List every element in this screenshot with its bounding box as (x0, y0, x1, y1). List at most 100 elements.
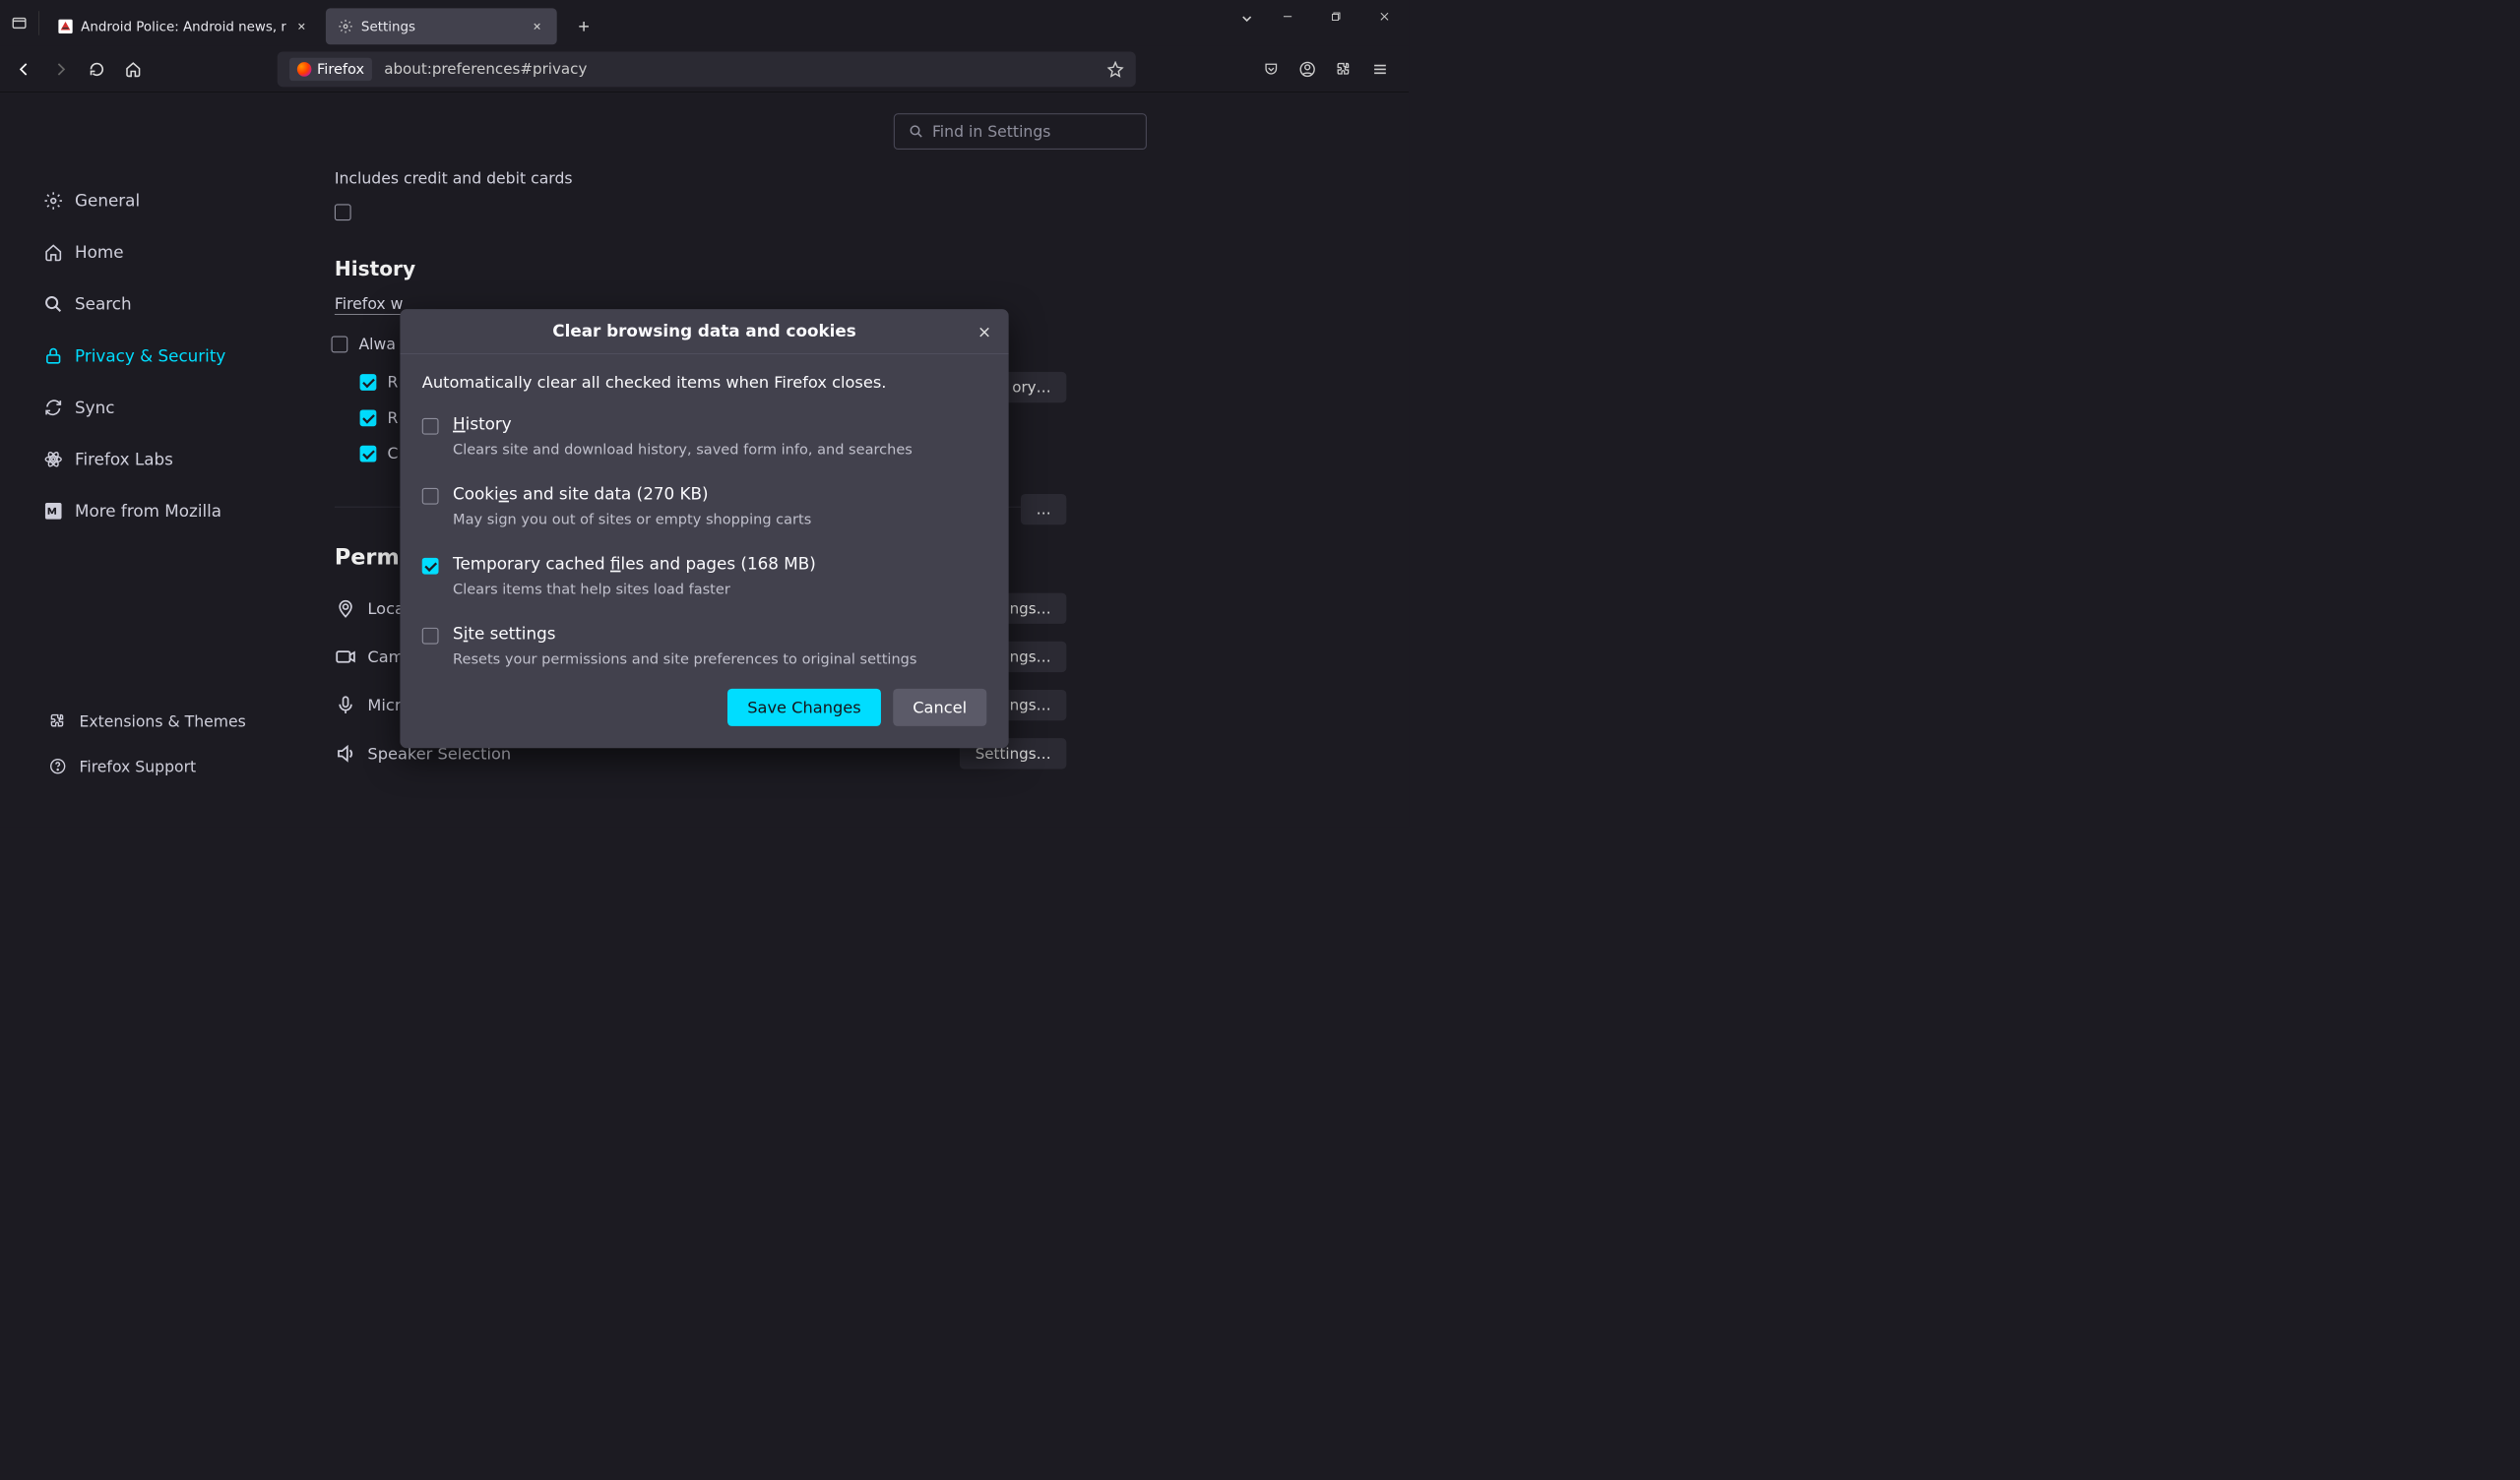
clear-data-dialog: Clear browsing data and cookies Automati… (400, 309, 1008, 748)
sidebar-item-general[interactable]: General (44, 175, 265, 227)
sidebar-item-labs[interactable]: Firefox Labs (44, 433, 265, 485)
sidebar-item-label: Firefox Labs (75, 450, 173, 469)
urlbar[interactable]: Firefox about:preferences#privacy (278, 51, 1136, 87)
sidebar-item-more-mozilla[interactable]: More from Mozilla (44, 485, 265, 537)
menu-button[interactable] (1367, 56, 1394, 83)
sidebar-item-sync[interactable]: Sync (44, 382, 265, 434)
sidebar-item-label: Home (75, 243, 124, 263)
credit-cards-note: Includes credit and debit cards (335, 169, 1066, 187)
reload-button[interactable] (84, 56, 110, 83)
back-button[interactable] (11, 56, 37, 83)
cookies-checkbox[interactable] (422, 488, 439, 505)
label-fragment: C (388, 445, 399, 462)
microphone-icon (335, 694, 356, 715)
label-fragment: R (388, 408, 399, 426)
account-button[interactable] (1294, 56, 1321, 83)
dialog-item-history: History Clears site and download history… (422, 414, 987, 458)
dialog-description: Automatically clear all checked items wh… (422, 373, 987, 392)
new-tab-button[interactable] (571, 14, 597, 39)
speaker-icon (335, 743, 356, 765)
sidebar-item-label: Sync (75, 398, 114, 417)
sidebar-item-extensions[interactable]: Extensions & Themes (48, 699, 269, 744)
cache-checkbox[interactable] (422, 558, 439, 575)
close-window-button[interactable] (1360, 0, 1409, 33)
home-button[interactable] (120, 56, 147, 83)
settings-content: Find in Settings General Home Search Pri… (0, 92, 1409, 828)
tab-title: Settings (361, 19, 522, 34)
firefox-logo-icon (297, 62, 312, 77)
settings-search-input[interactable]: Find in Settings (894, 113, 1147, 150)
help-icon (48, 757, 67, 775)
mozilla-icon (44, 502, 63, 521)
identity-label: Firefox (317, 61, 364, 78)
sidebar-item-support[interactable]: Firefox Support (48, 744, 269, 789)
gear-icon (338, 19, 353, 34)
label-fragment: Alwa (358, 335, 395, 352)
history-checkbox-label[interactable]: History (453, 414, 913, 434)
history-mode-label: Firefox w (335, 295, 404, 315)
sidebar-item-label: Extensions & Themes (79, 712, 245, 730)
gear-icon (44, 192, 63, 211)
tab-settings[interactable]: Settings (326, 8, 557, 44)
cache-desc: Clears items that help sites load faster (453, 582, 816, 598)
sidebar-item-search[interactable]: Search (44, 278, 265, 331)
site-settings-desc: Resets your permissions and site prefere… (453, 651, 916, 668)
forward-button[interactable] (47, 56, 74, 83)
recent-history-button[interactable] (7, 11, 32, 36)
titlebar: Android Police: Android news, r Settings (0, 0, 1409, 46)
sidebar-item-label: Privacy & Security (75, 346, 225, 366)
minimize-button[interactable] (1263, 0, 1311, 33)
sidebar-item-label: Search (75, 294, 132, 314)
tab-android-police[interactable]: Android Police: Android news, r (45, 8, 321, 44)
dialog-item-cookies: Cookies and site data (270 KB) May sign … (422, 484, 987, 527)
bookmark-star-icon[interactable] (1107, 61, 1124, 78)
clear-data-button[interactable]: … (1021, 494, 1066, 524)
site-settings-checkbox[interactable] (422, 628, 439, 645)
sidebar-item-label: General (75, 191, 140, 211)
urlbar-url: about:preferences#privacy (384, 60, 587, 77)
puzzle-icon (48, 711, 67, 730)
checkbox[interactable] (335, 204, 351, 220)
history-desc: Clears site and download history, saved … (453, 442, 913, 459)
tab-title: Android Police: Android news, r (81, 19, 286, 34)
extensions-button[interactable] (1331, 56, 1357, 83)
sidebar-item-home[interactable]: Home (44, 226, 265, 278)
dialog-item-site-settings: Site settings Resets your permissions an… (422, 624, 987, 667)
checkbox[interactable] (360, 374, 377, 391)
dialog-title: Clear browsing data and cookies (552, 322, 855, 341)
search-icon (44, 295, 63, 314)
maximize-button[interactable] (1312, 0, 1360, 33)
site-favicon-icon (58, 19, 74, 34)
close-tab-button[interactable] (530, 19, 545, 34)
history-checkbox[interactable] (422, 418, 439, 435)
cookies-checkbox-label[interactable]: Cookies and site data (270 KB) (453, 484, 811, 504)
dialog-item-cache: Temporary cached files and pages (168 MB… (422, 554, 987, 597)
identity-badge[interactable]: Firefox (289, 57, 372, 80)
search-icon (909, 124, 923, 139)
save-changes-button[interactable]: Save Changes (727, 689, 881, 726)
camera-icon (335, 646, 356, 667)
sidebar-item-label: More from Mozilla (75, 502, 221, 522)
checkbox[interactable] (360, 446, 377, 462)
history-section-title: History (335, 258, 1066, 280)
dialog-close-button[interactable] (974, 321, 995, 342)
settings-sidebar: General Home Search Privacy & Security S… (44, 175, 265, 537)
cookies-desc: May sign you out of sites or empty shopp… (453, 512, 811, 528)
pocket-button[interactable] (1258, 56, 1285, 83)
sync-icon (44, 399, 63, 417)
checkbox[interactable] (332, 336, 348, 352)
cache-checkbox-label[interactable]: Temporary cached files and pages (168 MB… (453, 554, 816, 574)
dialog-header: Clear browsing data and cookies (400, 309, 1008, 354)
search-placeholder: Find in Settings (932, 122, 1050, 140)
lock-icon (44, 346, 63, 365)
list-all-tabs-button[interactable] (1239, 11, 1255, 27)
site-settings-checkbox-label[interactable]: Site settings (453, 624, 916, 644)
atom-icon (44, 450, 63, 468)
navbar: Firefox about:preferences#privacy (0, 46, 1409, 92)
sidebar-item-label: Firefox Support (79, 757, 196, 774)
checkbox[interactable] (360, 409, 377, 426)
sidebar-item-privacy[interactable]: Privacy & Security (44, 330, 265, 382)
cancel-button[interactable]: Cancel (893, 689, 986, 726)
home-icon (44, 243, 63, 262)
close-tab-button[interactable] (294, 19, 310, 34)
